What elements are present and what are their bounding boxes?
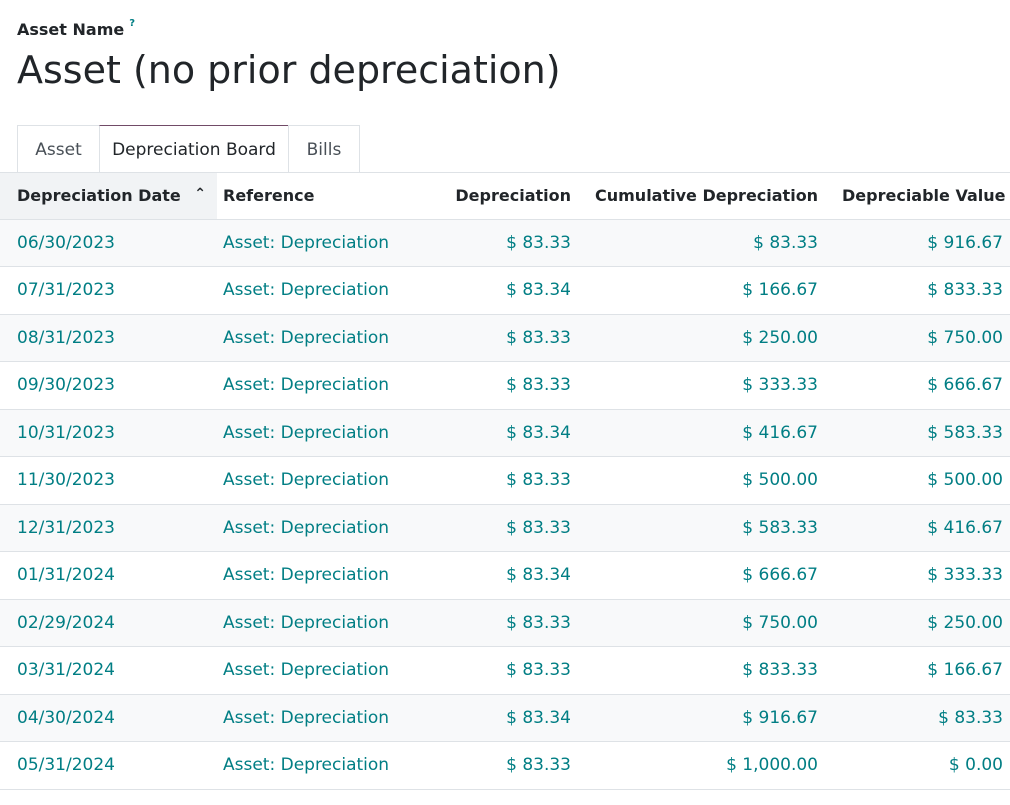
cell-reference[interactable]: Asset: Depreciation [217, 219, 437, 267]
cell-depreciation[interactable]: $ 83.34 [437, 551, 578, 600]
depreciation-table: Depreciation Date ⌃ Reference Depreciati… [0, 173, 1010, 790]
cell-cumulative-depreciation[interactable]: $ 833.33 [578, 646, 825, 695]
cell-cumulative-depreciation[interactable]: $ 500.00 [578, 456, 825, 505]
cell-depreciable-value[interactable]: $ 916.67 [825, 219, 1010, 267]
table-row[interactable]: 06/30/2023 Asset: Depreciation $ 83.33 $… [0, 219, 1010, 267]
cell-depreciation-date[interactable]: 10/31/2023 [0, 409, 217, 457]
cell-depreciable-value[interactable]: $ 666.67 [825, 361, 1010, 410]
cell-reference[interactable]: Asset: Depreciation [217, 409, 437, 457]
cell-depreciation-date[interactable]: 11/30/2023 [0, 456, 217, 505]
table-row[interactable]: 12/31/2023 Asset: Depreciation $ 83.33 $… [0, 504, 1010, 552]
cell-reference[interactable]: Asset: Depreciation [217, 551, 437, 600]
cell-reference[interactable]: Asset: Depreciation [217, 504, 437, 552]
cell-cumulative-depreciation[interactable]: $ 750.00 [578, 599, 825, 647]
cell-depreciation[interactable]: $ 83.33 [437, 219, 578, 267]
notebook-tabs: Asset Depreciation Board Bills [17, 125, 360, 173]
cell-reference[interactable]: Asset: Depreciation [217, 646, 437, 695]
cell-depreciation[interactable]: $ 83.33 [437, 456, 578, 505]
table-row[interactable]: 11/30/2023 Asset: Depreciation $ 83.33 $… [0, 456, 1010, 505]
tab-bills[interactable]: Bills [288, 125, 360, 173]
cell-depreciable-value[interactable]: $ 0.00 [825, 741, 1010, 790]
table-row[interactable]: 10/31/2023 Asset: Depreciation $ 83.34 $… [0, 409, 1010, 457]
column-header-depreciable-value[interactable]: Depreciable Value [825, 173, 1010, 220]
cell-reference[interactable]: Asset: Depreciation [217, 314, 437, 362]
table-row[interactable]: 01/31/2024 Asset: Depreciation $ 83.34 $… [0, 551, 1010, 600]
cell-cumulative-depreciation[interactable]: $ 583.33 [578, 504, 825, 552]
cell-depreciable-value[interactable]: $ 166.67 [825, 646, 1010, 695]
table-row[interactable]: 09/30/2023 Asset: Depreciation $ 83.33 $… [0, 361, 1010, 410]
table-row[interactable]: 05/31/2024 Asset: Depreciation $ 83.33 $… [0, 741, 1010, 790]
cell-cumulative-depreciation[interactable]: $ 916.67 [578, 694, 825, 742]
cell-cumulative-depreciation[interactable]: $ 1,000.00 [578, 741, 825, 790]
cell-depreciation-date[interactable]: 04/30/2024 [0, 694, 217, 742]
table-row[interactable]: 03/31/2024 Asset: Depreciation $ 83.33 $… [0, 646, 1010, 695]
cell-reference[interactable]: Asset: Depreciation [217, 361, 437, 410]
cell-depreciation-date[interactable]: 08/31/2023 [0, 314, 217, 362]
cell-depreciation-date[interactable]: 05/31/2024 [0, 741, 217, 790]
column-header-label: Depreciation Date [17, 186, 181, 206]
cell-depreciation[interactable]: $ 83.34 [437, 694, 578, 742]
cell-depreciable-value[interactable]: $ 500.00 [825, 456, 1010, 505]
table-row[interactable]: 08/31/2023 Asset: Depreciation $ 83.33 $… [0, 314, 1010, 362]
cell-depreciation-date[interactable]: 06/30/2023 [0, 219, 217, 267]
tab-depreciation-board[interactable]: Depreciation Board [99, 125, 289, 173]
cell-depreciable-value[interactable]: $ 750.00 [825, 314, 1010, 362]
tab-asset[interactable]: Asset [17, 125, 100, 173]
cell-depreciation-date[interactable]: 03/31/2024 [0, 646, 217, 695]
table-row[interactable]: 02/29/2024 Asset: Depreciation $ 83.33 $… [0, 599, 1010, 647]
cell-depreciable-value[interactable]: $ 83.33 [825, 694, 1010, 742]
cell-cumulative-depreciation[interactable]: $ 166.67 [578, 266, 825, 315]
asset-name-label: Asset Name ? [17, 18, 135, 39]
table-body: 06/30/2023 Asset: Depreciation $ 83.33 $… [0, 219, 1010, 790]
cell-depreciation[interactable]: $ 83.34 [437, 409, 578, 457]
column-header-depreciation-date[interactable]: Depreciation Date ⌃ [0, 173, 217, 220]
column-header-depreciation[interactable]: Depreciation [437, 173, 578, 220]
cell-cumulative-depreciation[interactable]: $ 250.00 [578, 314, 825, 362]
cell-cumulative-depreciation[interactable]: $ 83.33 [578, 219, 825, 267]
help-tooltip-icon[interactable]: ? [129, 18, 135, 29]
cell-reference[interactable]: Asset: Depreciation [217, 266, 437, 315]
cell-depreciable-value[interactable]: $ 833.33 [825, 266, 1010, 315]
cell-depreciation[interactable]: $ 83.34 [437, 266, 578, 315]
cell-depreciation[interactable]: $ 83.33 [437, 504, 578, 552]
chevron-up-icon: ⌃ [194, 186, 206, 203]
cell-cumulative-depreciation[interactable]: $ 416.67 [578, 409, 825, 457]
cell-depreciable-value[interactable]: $ 333.33 [825, 551, 1010, 600]
cell-depreciable-value[interactable]: $ 250.00 [825, 599, 1010, 647]
column-header-reference[interactable]: Reference [217, 173, 437, 220]
cell-depreciation[interactable]: $ 83.33 [437, 361, 578, 410]
asset-name-label-text: Asset Name [17, 20, 125, 39]
cell-depreciable-value[interactable]: $ 583.33 [825, 409, 1010, 457]
table-header-row: Depreciation Date ⌃ Reference Depreciati… [0, 173, 1010, 220]
cell-depreciation[interactable]: $ 83.33 [437, 741, 578, 790]
page-title: Asset (no prior depreciation) [17, 48, 561, 92]
table-row[interactable]: 07/31/2023 Asset: Depreciation $ 83.34 $… [0, 266, 1010, 315]
table-row[interactable]: 04/30/2024 Asset: Depreciation $ 83.34 $… [0, 694, 1010, 742]
cell-depreciation-date[interactable]: 01/31/2024 [0, 551, 217, 600]
cell-depreciation-date[interactable]: 09/30/2023 [0, 361, 217, 410]
cell-depreciation-date[interactable]: 12/31/2023 [0, 504, 217, 552]
cell-depreciable-value[interactable]: $ 416.67 [825, 504, 1010, 552]
cell-depreciation[interactable]: $ 83.33 [437, 646, 578, 695]
cell-depreciation-date[interactable]: 02/29/2024 [0, 599, 217, 647]
cell-reference[interactable]: Asset: Depreciation [217, 694, 437, 742]
cell-depreciation[interactable]: $ 83.33 [437, 314, 578, 362]
cell-depreciation[interactable]: $ 83.33 [437, 599, 578, 647]
cell-reference[interactable]: Asset: Depreciation [217, 599, 437, 647]
cell-cumulative-depreciation[interactable]: $ 333.33 [578, 361, 825, 410]
cell-cumulative-depreciation[interactable]: $ 666.67 [578, 551, 825, 600]
cell-reference[interactable]: Asset: Depreciation [217, 456, 437, 505]
cell-reference[interactable]: Asset: Depreciation [217, 741, 437, 790]
cell-depreciation-date[interactable]: 07/31/2023 [0, 266, 217, 315]
column-header-cumulative-depreciation[interactable]: Cumulative Depreciation [578, 173, 825, 220]
